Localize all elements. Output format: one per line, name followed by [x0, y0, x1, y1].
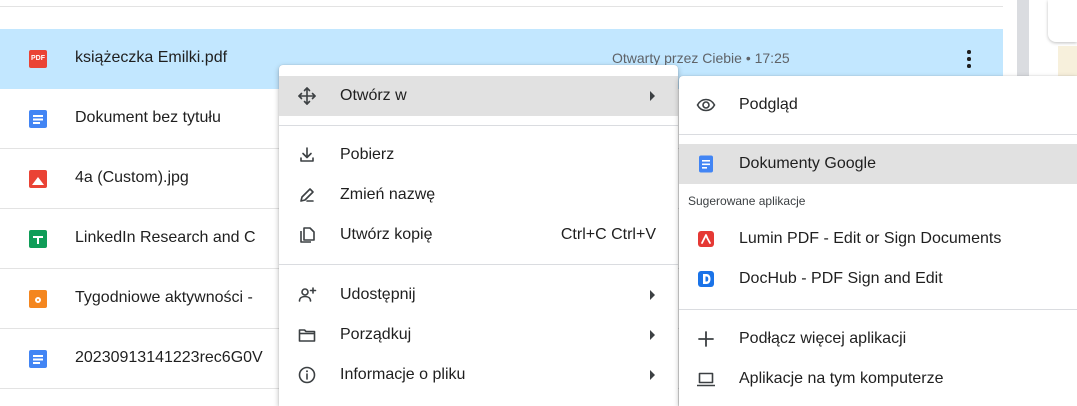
move-arrows-icon — [298, 87, 316, 105]
menu-item-label: Udostępnij — [340, 286, 416, 303]
pencil-icon — [300, 188, 314, 202]
menu-item-label: DocHub - PDF Sign and Edit — [739, 270, 943, 287]
file-row[interactable] — [0, 0, 1003, 7]
side-panel — [1048, 0, 1077, 42]
menu-item-label: Lumin PDF - Edit or Sign Documents — [739, 230, 1002, 247]
keyboard-shortcut: Ctrl+C Ctrl+V — [560, 226, 656, 243]
menu-divider — [279, 125, 678, 126]
menu-item-rename[interactable]: Zmień nazwę — [279, 175, 678, 215]
laptop-icon — [697, 372, 715, 387]
menu-item-label: Informacje o pliku — [340, 366, 466, 383]
menu-item-label: Podłącz więcej aplikacji — [739, 330, 907, 347]
google-sheets-file-icon — [29, 230, 47, 248]
copy-icon — [300, 227, 315, 243]
menu-item-label: Porządkuj — [340, 326, 412, 343]
open-with-submenu: Podgląd Dokumenty Google Sugerowane apli… — [679, 76, 1077, 406]
file-name[interactable]: Dokument bez tytułu — [75, 109, 221, 127]
submenu-item-dochub[interactable]: DocHub - PDF Sign and Edit — [679, 259, 1077, 299]
download-icon — [300, 147, 314, 162]
submenu-item-computer-apps[interactable]: Aplikacje na tym komputerze — [679, 359, 1077, 399]
google-docs-file-icon — [29, 110, 47, 128]
menu-item-label: Pobierz — [340, 146, 395, 163]
folder-icon — [298, 329, 316, 342]
menu-item-file-info[interactable]: Informacje o pliku — [279, 355, 678, 395]
eye-icon — [696, 98, 716, 112]
info-icon — [298, 366, 316, 384]
menu-item-label: Utwórz kopię — [340, 226, 433, 243]
menu-item-share[interactable]: Udostępnij — [279, 275, 678, 315]
submenu-item-connect-apps[interactable]: Podłącz więcej aplikacji — [679, 319, 1077, 359]
section-header: Sugerowane aplikacje — [688, 194, 806, 208]
menu-item-label: Podgląd — [739, 96, 798, 113]
image-file-icon — [29, 170, 47, 188]
menu-item-label: Zmień nazwę — [340, 186, 436, 203]
file-last-opened: Otwarty przez Ciebie • 17:25 — [612, 50, 790, 66]
plus-icon — [698, 331, 714, 347]
google-forms-file-icon — [29, 290, 47, 308]
menu-item-organize[interactable]: Porządkuj — [279, 315, 678, 355]
file-name[interactable]: Tygodniowe aktywności - — [75, 289, 253, 307]
menu-item-open-with[interactable]: Otwórz w — [279, 76, 678, 116]
menu-divider — [679, 309, 1077, 310]
submenu-arrow-icon — [650, 370, 655, 380]
menu-item-download[interactable]: Pobierz — [279, 135, 678, 175]
file-name[interactable]: 4a (Custom).jpg — [75, 169, 189, 187]
submenu-item-lumin[interactable]: Lumin PDF - Edit or Sign Documents — [679, 219, 1077, 259]
menu-divider — [679, 134, 1077, 135]
google-docs-icon — [699, 155, 713, 173]
file-name[interactable]: 20230913141223rec6G0V — [75, 349, 263, 367]
submenu-arrow-icon — [650, 330, 655, 340]
file-name[interactable]: książeczka Emilki.pdf — [75, 49, 227, 67]
menu-divider — [279, 264, 678, 265]
menu-item-label: Dokumenty Google — [739, 155, 876, 172]
submenu-arrow-icon — [650, 91, 655, 101]
file-name[interactable]: LinkedIn Research and C — [75, 229, 256, 247]
dochub-icon — [698, 271, 714, 287]
submenu-arrow-icon — [650, 290, 655, 300]
more-actions-icon[interactable] — [962, 47, 976, 71]
menu-item-label: Aplikacje na tym komputerze — [739, 370, 944, 387]
lumin-pdf-icon — [698, 231, 714, 247]
context-menu: Otwórz w Pobierz Zmień nazwę Utwórz kopi… — [279, 65, 678, 406]
menu-item-make-copy[interactable]: Utwórz kopię Ctrl+C Ctrl+V — [279, 215, 678, 255]
menu-item-label: Otwórz w — [340, 87, 407, 104]
submenu-item-preview[interactable]: Podgląd — [679, 85, 1077, 125]
add-person-icon — [298, 287, 317, 302]
pdf-file-icon: PDF — [29, 50, 47, 68]
submenu-item-google-docs[interactable]: Dokumenty Google — [679, 144, 1077, 184]
google-docs-file-icon — [29, 350, 47, 368]
